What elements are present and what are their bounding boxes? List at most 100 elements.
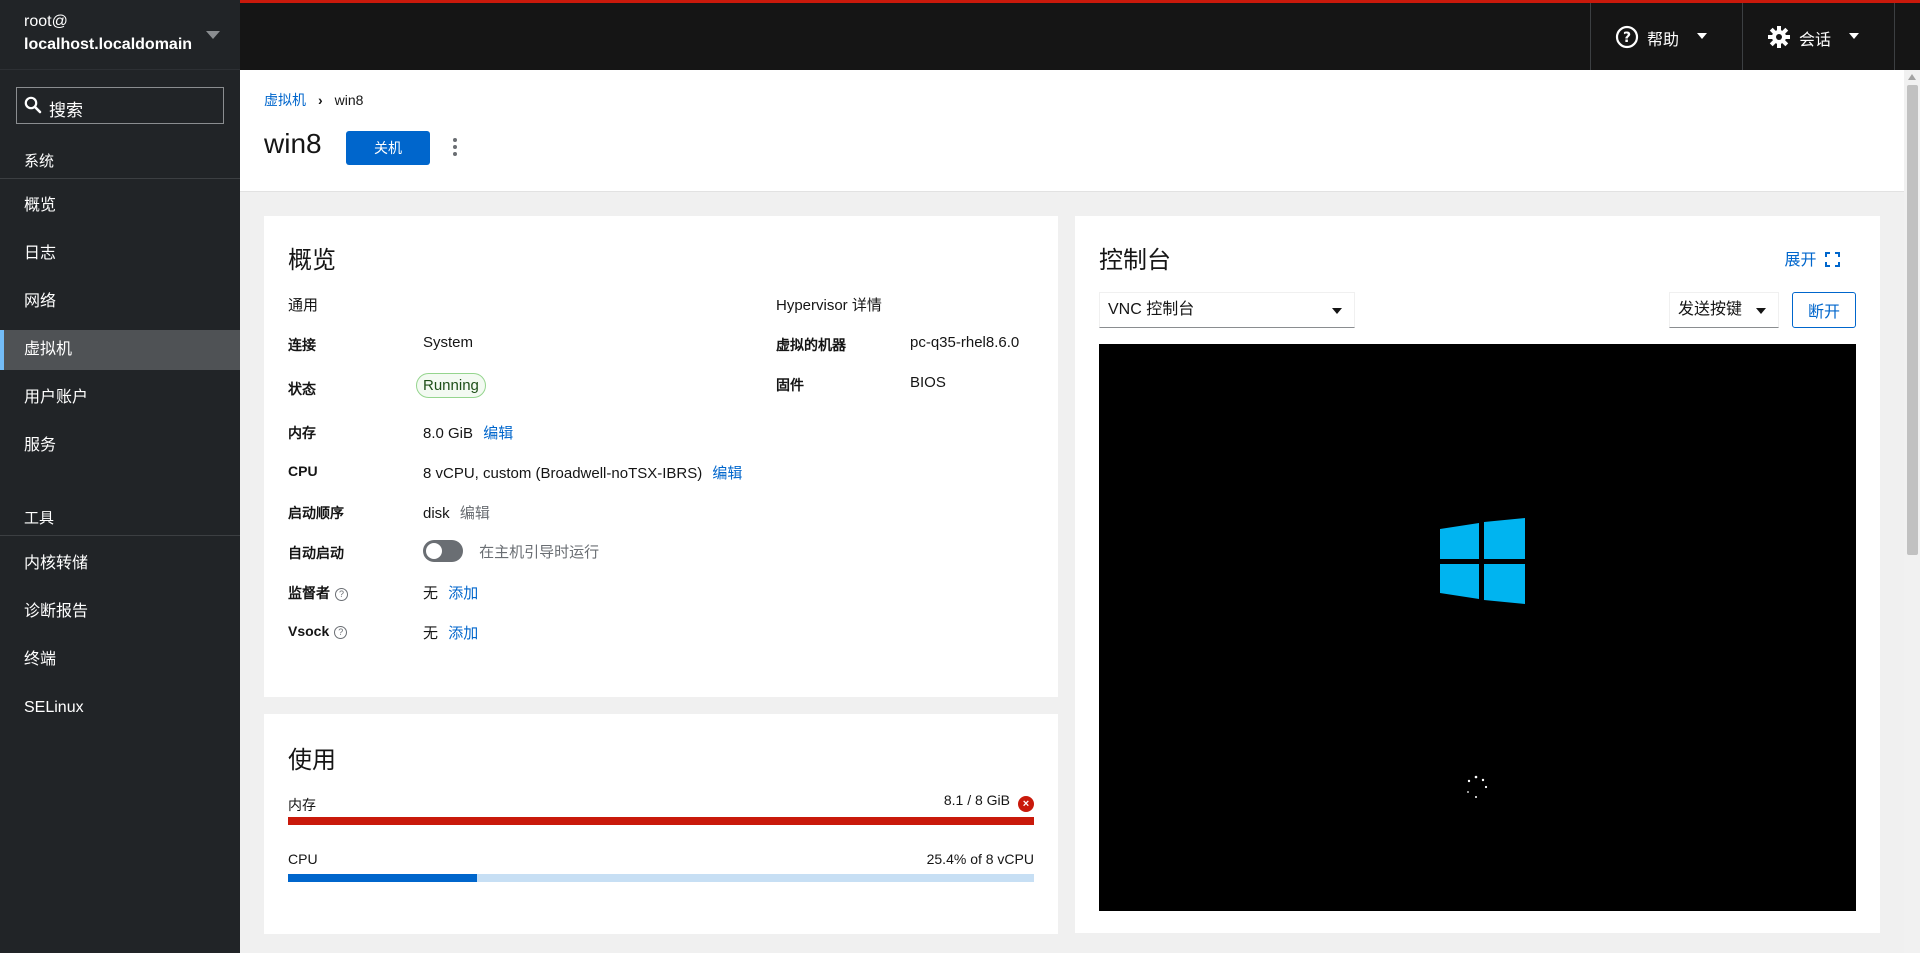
- svg-text:?: ?: [1623, 30, 1631, 46]
- autostart-text: 在主机引导时运行: [479, 543, 600, 561]
- sidebar-item-overview[interactable]: 概览: [0, 186, 240, 226]
- usage-title: 使用: [288, 747, 336, 774]
- machine-label: 虚拟的机器: [776, 337, 846, 353]
- status-badge: Running: [416, 373, 486, 398]
- scroll-up-icon[interactable]: [1908, 74, 1916, 80]
- help-menu-button[interactable]: ? 帮助: [1591, 3, 1741, 70]
- memory-label: 内存: [288, 425, 316, 441]
- state-value: Running: [416, 373, 486, 398]
- sidebar-item-network[interactable]: 网络: [0, 282, 240, 322]
- memory-usage-bar: [288, 817, 1034, 825]
- nav-group-tools: 工具: [24, 510, 55, 527]
- page-header: 虚拟机 › win8 win8 关机: [240, 70, 1904, 192]
- vsock-value: 无: [423, 625, 439, 642]
- error-circle-icon: ×: [1018, 796, 1034, 812]
- sidebar-item-accounts[interactable]: 用户账户: [0, 378, 240, 418]
- overview-title: 概览: [288, 247, 336, 274]
- chevron-down-icon: [206, 31, 220, 39]
- host-user: root@: [24, 13, 68, 30]
- usage-memory-value: 8.1 / 8 GiB: [943, 792, 1010, 808]
- memory-usage-bar-fill: [288, 817, 1034, 825]
- search-placeholder: 搜索: [49, 101, 83, 120]
- vsock-label-row: Vsock?: [288, 623, 348, 639]
- memory-value-row: 8.0 GiB 编辑: [423, 422, 513, 443]
- scrollbar-thumb[interactable]: [1907, 85, 1918, 555]
- usage-cpu-value: 25.4% of 8 vCPU: [926, 851, 1034, 867]
- watchdog-label: 监督者: [288, 585, 330, 601]
- search-input[interactable]: 搜索: [16, 87, 224, 124]
- vsock-add-link[interactable]: 添加: [448, 625, 478, 642]
- kebab-menu-icon[interactable]: [450, 136, 460, 158]
- disconnect-button[interactable]: 断开: [1792, 292, 1856, 328]
- sidebar-item-services[interactable]: 服务: [0, 426, 240, 466]
- hypervisor-section-title: Hypervisor 详情: [776, 297, 882, 314]
- boot-order-value: disk: [423, 505, 450, 522]
- send-keys-select[interactable]: 发送按键: [1669, 292, 1779, 328]
- firmware-value: BIOS: [910, 374, 946, 391]
- sidebar-item-logs[interactable]: 日志: [0, 234, 240, 274]
- cpu-value: 8 vCPU, custom (Broadwell-noTSX-IBRS): [423, 465, 703, 482]
- search-icon: [24, 96, 42, 114]
- autostart-toggle[interactable]: [423, 540, 463, 562]
- boot-order-row: disk 编辑: [423, 502, 490, 523]
- watchdog-value: 无: [423, 585, 439, 602]
- watchdog-add-link[interactable]: 添加: [448, 585, 478, 602]
- memory-edit-link[interactable]: 编辑: [483, 425, 513, 442]
- watchdog-row: 无 添加: [423, 582, 478, 603]
- sidebar-item-virtual-machines[interactable]: 虚拟机: [0, 330, 240, 370]
- page-title: win8: [264, 128, 322, 159]
- connection-value: System: [423, 334, 474, 351]
- general-section-title: 通用: [288, 297, 319, 314]
- host-switcher[interactable]: root@ localhost.localdomain: [0, 0, 240, 70]
- sidebar-item-terminal[interactable]: 终端: [0, 640, 240, 680]
- firmware-label: 固件: [776, 377, 804, 393]
- help-icon[interactable]: ?: [335, 588, 348, 601]
- usage-card: 使用 内存 8.1 / 8 GiB × CPU 25.4% of 8 vCPU: [264, 714, 1058, 934]
- console-type-value: VNC 控制台: [1108, 301, 1195, 318]
- breadcrumb: 虚拟机 › win8: [264, 90, 363, 110]
- shutdown-button[interactable]: 关机: [346, 131, 430, 165]
- nav-group-system: 系统: [24, 153, 55, 170]
- cpu-usage-bar: [288, 874, 1034, 882]
- expand-button[interactable]: 展开: [1785, 246, 1840, 270]
- memory-value: 8.0 GiB: [423, 425, 474, 442]
- usage-memory-value-row: 8.1 / 8 GiB ×: [944, 792, 1034, 812]
- session-menu-button[interactable]: 会话: [1743, 3, 1893, 70]
- chevron-down-icon: [1756, 308, 1766, 314]
- cpu-value-row: 8 vCPU, custom (Broadwell-noTSX-IBRS) 编辑: [423, 462, 742, 483]
- breadcrumb-link-virtual-machines[interactable]: 虚拟机: [264, 92, 306, 108]
- host-domain: localhost.localdomain: [24, 36, 193, 53]
- sidebar-item-diagnostic-reports[interactable]: 诊断报告: [0, 592, 240, 632]
- machine-value: pc-q35-rhel8.6.0: [910, 334, 1020, 351]
- sidebar-item-selinux[interactable]: SELinux: [0, 688, 240, 728]
- masthead: ? 帮助 会话: [240, 0, 1920, 70]
- usage-cpu-label: CPU: [288, 851, 318, 867]
- autostart-row: 在主机引导时运行: [423, 540, 599, 562]
- loading-spinner-icon: [1467, 775, 1488, 798]
- console-card: 控制台 展开 VNC 控制台 发送按键 断开: [1075, 216, 1880, 933]
- cpu-label: CPU: [288, 463, 318, 479]
- help-icon: ?: [1615, 25, 1639, 49]
- help-icon[interactable]: ?: [334, 626, 348, 639]
- vnc-screen[interactable]: [1099, 344, 1856, 911]
- expand-icon: [1825, 252, 1840, 267]
- chevron-down-icon: [1697, 33, 1707, 39]
- expand-label: 展开: [1784, 252, 1817, 269]
- chevron-down-icon: [1332, 308, 1342, 314]
- cpu-edit-link[interactable]: 编辑: [712, 465, 742, 482]
- divider: [0, 535, 240, 536]
- windows-logo-icon: [1440, 518, 1525, 604]
- vsock-row: 无 添加: [423, 622, 478, 643]
- cpu-usage-bar-fill: [288, 874, 478, 882]
- divider: [1894, 3, 1895, 70]
- connection-label: 连接: [288, 337, 316, 353]
- console-type-select[interactable]: VNC 控制台: [1099, 292, 1355, 328]
- boot-order-edit-link[interactable]: 编辑: [460, 505, 490, 522]
- send-keys-label: 发送按键: [1678, 301, 1743, 318]
- breadcrumb-separator-icon: ›: [318, 92, 323, 108]
- watchdog-label-row: 监督者?: [288, 583, 348, 603]
- console-title: 控制台: [1099, 247, 1171, 274]
- breadcrumb-current: win8: [334, 92, 364, 108]
- sidebar-item-kdump[interactable]: 内核转储: [0, 544, 240, 584]
- help-label: 帮助: [1647, 32, 1680, 49]
